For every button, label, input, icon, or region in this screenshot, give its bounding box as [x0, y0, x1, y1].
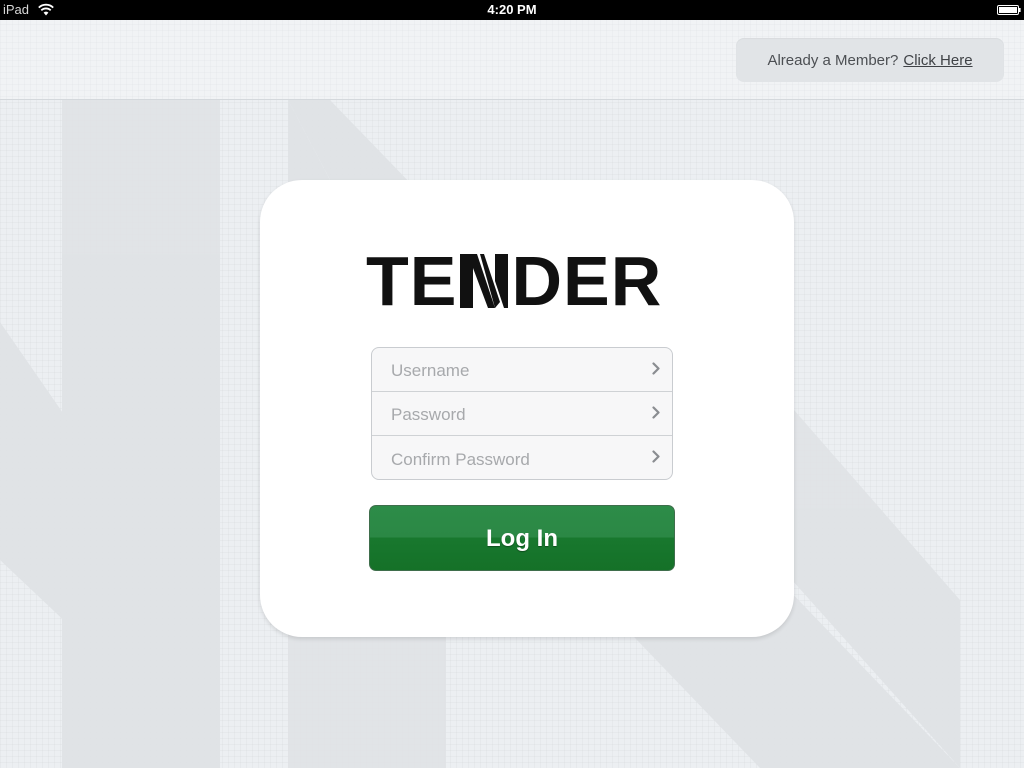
status-time: 4:20 PM — [487, 2, 537, 17]
username-row — [372, 348, 672, 392]
login-card: TE DER Log In — [260, 180, 794, 637]
username-input[interactable] — [389, 357, 643, 382]
chevron-right-icon — [652, 406, 660, 419]
member-prompt-text: Already a Member? — [767, 51, 899, 69]
logo-n-glyph — [460, 254, 509, 308]
chevron-right-icon — [652, 362, 660, 375]
password-input[interactable] — [389, 401, 643, 426]
chevron-right-icon — [652, 450, 660, 463]
logo-text-end: DER — [511, 242, 663, 320]
log-in-button[interactable]: Log In — [369, 505, 675, 571]
already-member-banner: Already a Member? Click Here — [736, 38, 1004, 82]
confirm-password-row — [372, 436, 672, 479]
signup-form-fields — [371, 347, 673, 480]
confirm-password-input[interactable] — [389, 445, 643, 471]
battery-icon — [997, 5, 1021, 15]
click-here-link[interactable]: Click Here — [903, 52, 972, 69]
logo-text-start: TE — [366, 242, 458, 320]
status-bar: iPad 4:20 PM — [0, 0, 1024, 20]
tender-logo: TE DER — [366, 242, 666, 320]
password-row — [372, 392, 672, 436]
